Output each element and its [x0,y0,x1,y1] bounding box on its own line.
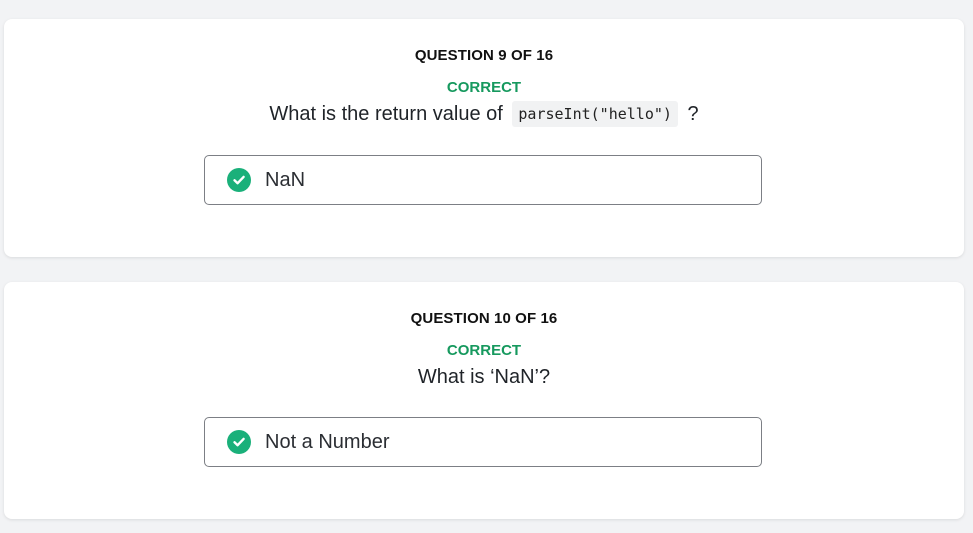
question-card-10: QUESTION 10 OF 16 CORRECT What is ‘NaN’?… [4,282,964,519]
question-card-9: QUESTION 9 OF 16 CORRECT What is the ret… [4,19,964,257]
check-circle-icon [227,430,251,454]
question-counter: QUESTION 9 OF 16 [414,47,554,64]
correct-status: CORRECT [446,79,522,96]
answer-label: NaN [265,168,306,191]
answer-label: Not a Number [265,430,390,453]
question-counter: QUESTION 10 OF 16 [410,310,558,327]
answer-option-not-a-number[interactable]: Not a Number [204,417,762,467]
correct-status: CORRECT [446,342,522,359]
question-text: What is the return value of parseInt("he… [4,101,964,127]
code-snippet: parseInt("hello") [512,101,678,127]
question-text: What is ‘NaN’? [417,366,551,388]
question-text-before: What is the return value of [269,103,503,125]
quiz-results-page: QUESTION 9 OF 16 CORRECT What is the ret… [0,0,973,533]
answer-option-nan[interactable]: NaN [204,155,762,205]
question-text-after: ? [687,103,699,125]
check-circle-icon [227,168,251,192]
